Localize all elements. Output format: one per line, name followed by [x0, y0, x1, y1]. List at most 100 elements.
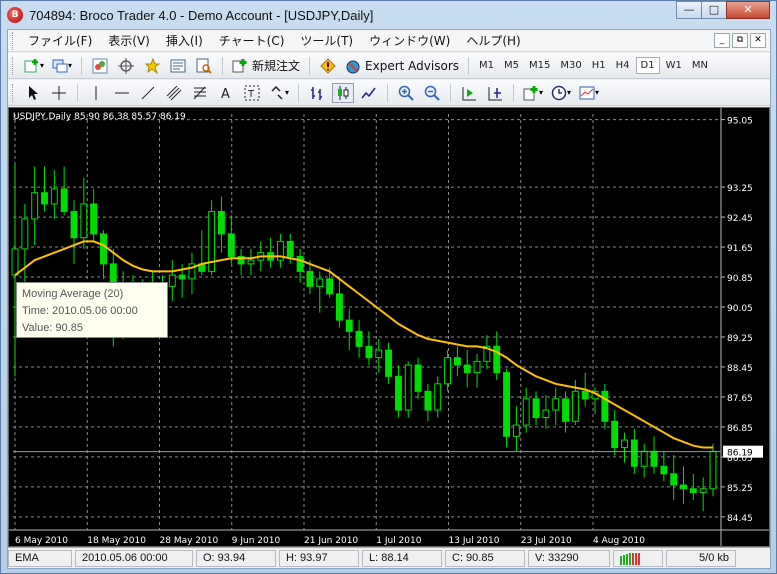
equidistant-channel-tool[interactable]	[163, 83, 185, 103]
title-bar[interactable]: B 704894: Broco Trader 4.0 - Demo Accoun…	[1, 1, 776, 29]
timeframe-m1[interactable]: M1	[475, 58, 498, 73]
toolbar-separator	[222, 56, 224, 75]
timeframe-m15[interactable]: M15	[525, 58, 554, 73]
y-tick-label: 84.45	[727, 514, 753, 524]
fibonacci-tool[interactable]	[189, 83, 211, 103]
timeframe-h1[interactable]: H1	[588, 58, 610, 73]
expert-advisors-button[interactable]: Expert Advisors	[343, 56, 461, 76]
toolbar-grip[interactable]	[12, 83, 16, 102]
expert-advisors-icon	[346, 60, 360, 73]
line-chart-button[interactable]	[358, 83, 380, 103]
strategy-tester-button[interactable]	[193, 56, 215, 76]
candle-body	[552, 398, 560, 411]
menu-view[interactable]: 表示(V)	[100, 32, 158, 49]
y-tick-label: 91.65	[727, 244, 753, 254]
candle-body	[11, 248, 19, 276]
navigator-button[interactable]	[141, 56, 163, 76]
maximize-icon[interactable]: □	[701, 1, 727, 19]
close-icon[interactable]: ✕	[726, 1, 770, 19]
mdi-close-icon[interactable]: ✕	[750, 33, 766, 48]
market-watch-button[interactable]	[89, 56, 111, 76]
candlestick-icon	[338, 85, 349, 100]
zoom-in-button[interactable]	[395, 83, 417, 103]
status-bar: EMA 2010.05.06 00:00 O: 93.94 H: 93.97 L…	[8, 547, 770, 568]
periods-button[interactable]: ▾	[549, 83, 573, 103]
candle-body	[414, 364, 422, 392]
metaeditor-button[interactable]	[317, 56, 339, 76]
profiles-button[interactable]: ▾	[50, 56, 74, 76]
window-title: 704894: Broco Trader 4.0 - Demo Account …	[29, 7, 374, 23]
candle-body	[345, 319, 353, 332]
menu-tools[interactable]: ツール(T)	[292, 32, 361, 49]
candlestick-chart-button[interactable]	[332, 82, 355, 103]
candle-body	[80, 203, 88, 239]
x-tick-label: 1 Jul 2010	[376, 536, 421, 546]
candle-body	[168, 274, 176, 287]
menu-file[interactable]: ファイル(F)	[20, 32, 100, 49]
candle-body	[296, 255, 304, 272]
y-tick-label: 89.25	[727, 334, 753, 344]
toolbar-separator	[468, 56, 470, 75]
terminal-button[interactable]	[167, 56, 189, 76]
timeframe-h4[interactable]: H4	[612, 58, 634, 73]
timeframe-w1[interactable]: W1	[662, 58, 686, 73]
cursor-tool[interactable]	[22, 83, 44, 103]
indicators-button[interactable]: ▾	[521, 83, 545, 103]
templates-button[interactable]: ▾	[577, 83, 601, 103]
candle-body	[21, 218, 29, 250]
candle-body	[306, 270, 314, 287]
candle-body	[621, 439, 628, 449]
timeframe-m30[interactable]: M30	[556, 58, 585, 73]
arrows-tool[interactable]: ▾	[267, 83, 291, 103]
horizontal-line-tool[interactable]	[111, 83, 133, 103]
candle-body	[630, 439, 638, 467]
autoscroll-button[interactable]	[458, 83, 480, 103]
data-window-button[interactable]	[115, 56, 137, 76]
zoom-out-button[interactable]	[421, 83, 443, 103]
market-watch-icon	[92, 58, 108, 73]
menu-chart[interactable]: チャート(C)	[211, 32, 293, 49]
expert-advisors-label: Expert Advisors	[365, 58, 460, 73]
zoom-in-icon	[398, 85, 414, 101]
menu-insert[interactable]: 挿入(I)	[158, 32, 211, 49]
mdi-controls: _ ⧉ ✕	[712, 33, 766, 48]
toolbar-grip[interactable]	[12, 56, 16, 75]
status-high: H: 93.97	[279, 549, 359, 567]
mdi-minimize-icon[interactable]: _	[714, 33, 730, 48]
candle-body	[650, 450, 658, 467]
y-tick-label: 93.25	[727, 184, 753, 194]
timeframe-m5[interactable]: M5	[500, 58, 523, 73]
vertical-line-tool[interactable]	[85, 83, 107, 103]
clock-icon	[551, 85, 567, 100]
navigator-star-icon	[144, 57, 161, 74]
crosshair-tool[interactable]	[48, 83, 70, 103]
candle-body	[90, 203, 98, 235]
candle-body	[463, 364, 471, 374]
crosshair-icon	[52, 85, 66, 100]
x-tick-label: 18 May 2010	[87, 536, 146, 546]
toolbar-separator	[298, 83, 300, 102]
bar-chart-icon	[311, 86, 323, 100]
new-order-label: 新規注文	[252, 59, 301, 73]
timeframe-mn[interactable]: MN	[688, 58, 712, 73]
chart-shift-button[interactable]	[484, 83, 506, 103]
new-order-button[interactable]: 新規注文	[230, 56, 302, 76]
broco-logo-icon[interactable]: B	[7, 7, 23, 23]
toolbar-separator	[309, 56, 311, 75]
new-chart-button[interactable]: ▾	[22, 56, 46, 76]
candle-body	[41, 192, 48, 205]
text-label-tool[interactable]: T	[241, 83, 263, 103]
mdi-restore-icon[interactable]: ⧉	[732, 33, 748, 48]
chart-window[interactable]: 95.05 93.25 92.45 91.65 90.85 90.05 89.25 88.45…	[8, 107, 770, 547]
timeframe-d1[interactable]: D1	[635, 57, 660, 74]
menu-help[interactable]: ヘルプ(H)	[458, 32, 528, 49]
status-indicator: EMA	[8, 549, 72, 567]
menu-grip[interactable]	[12, 31, 16, 50]
text-tool[interactable]: A	[215, 83, 237, 103]
trendline-tool[interactable]	[137, 83, 159, 103]
cursor-icon	[29, 85, 38, 100]
minimize-icon[interactable]: —	[676, 1, 702, 19]
bar-chart-button[interactable]	[306, 83, 328, 103]
menu-window[interactable]: ウィンドウ(W)	[361, 32, 458, 49]
candle-body	[542, 409, 550, 419]
